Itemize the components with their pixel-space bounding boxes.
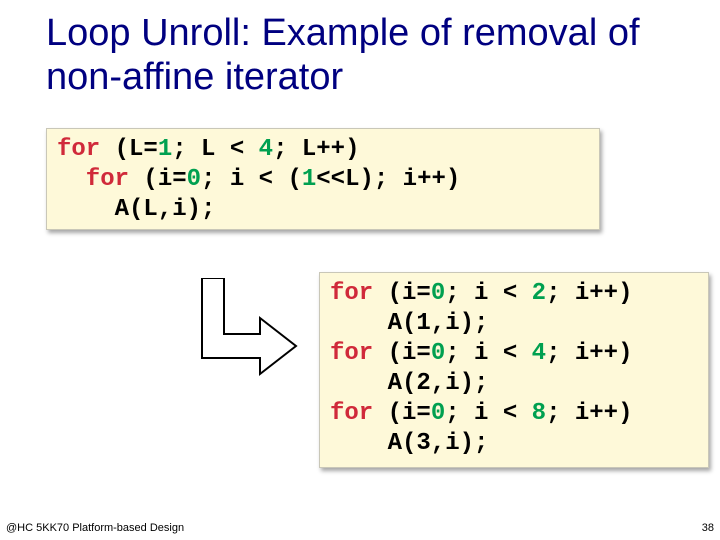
- code-text: <<L); i++): [316, 166, 460, 193]
- lit: 1: [302, 166, 316, 193]
- code-text: ; i++): [546, 340, 632, 367]
- code-text: A(3,i);: [330, 430, 488, 457]
- code-box-original: for (L=1; L < 4; L++) for (i=0; i < (1<<…: [46, 128, 600, 230]
- kw-for: for: [57, 136, 100, 163]
- code-text: ; i++): [546, 280, 632, 307]
- code-text: ; L++): [273, 136, 359, 163]
- lit: 1: [158, 136, 172, 163]
- kw-for: for: [57, 166, 129, 193]
- code-text: (i=: [373, 340, 431, 367]
- lit: 0: [187, 166, 201, 193]
- page-number: 38: [702, 522, 714, 534]
- code-text: ; i < (: [201, 166, 302, 193]
- footer-text: @HC 5KK70 Platform-based Design: [6, 522, 184, 534]
- code-box-unrolled: for (i=0; i < 2; i++) A(1,i); for (i=0; …: [319, 272, 709, 468]
- code-text: ; i <: [445, 400, 531, 427]
- lit: 4: [259, 136, 273, 163]
- code-text: ; i <: [445, 340, 531, 367]
- lit: 4: [532, 340, 546, 367]
- slide-title: Loop Unroll: Example of removal of non-a…: [46, 12, 666, 99]
- code-text: (i=: [373, 400, 431, 427]
- code-text: ; L <: [172, 136, 258, 163]
- code-text: (L=: [100, 136, 158, 163]
- code-text: A(1,i);: [330, 310, 488, 337]
- code-text: ; i <: [445, 280, 531, 307]
- code-text: (i=: [373, 280, 431, 307]
- kw-for: for: [330, 280, 373, 307]
- code-text: A(L,i);: [57, 196, 215, 223]
- lit: 0: [431, 280, 445, 307]
- lit: 2: [532, 280, 546, 307]
- code-text: (i=: [129, 166, 187, 193]
- lit: 0: [431, 340, 445, 367]
- kw-for: for: [330, 340, 373, 367]
- code-text: ; i++): [546, 400, 632, 427]
- transform-arrow-icon: [188, 278, 298, 398]
- lit: 0: [431, 400, 445, 427]
- code-text: A(2,i);: [330, 370, 488, 397]
- kw-for: for: [330, 400, 373, 427]
- lit: 8: [532, 400, 546, 427]
